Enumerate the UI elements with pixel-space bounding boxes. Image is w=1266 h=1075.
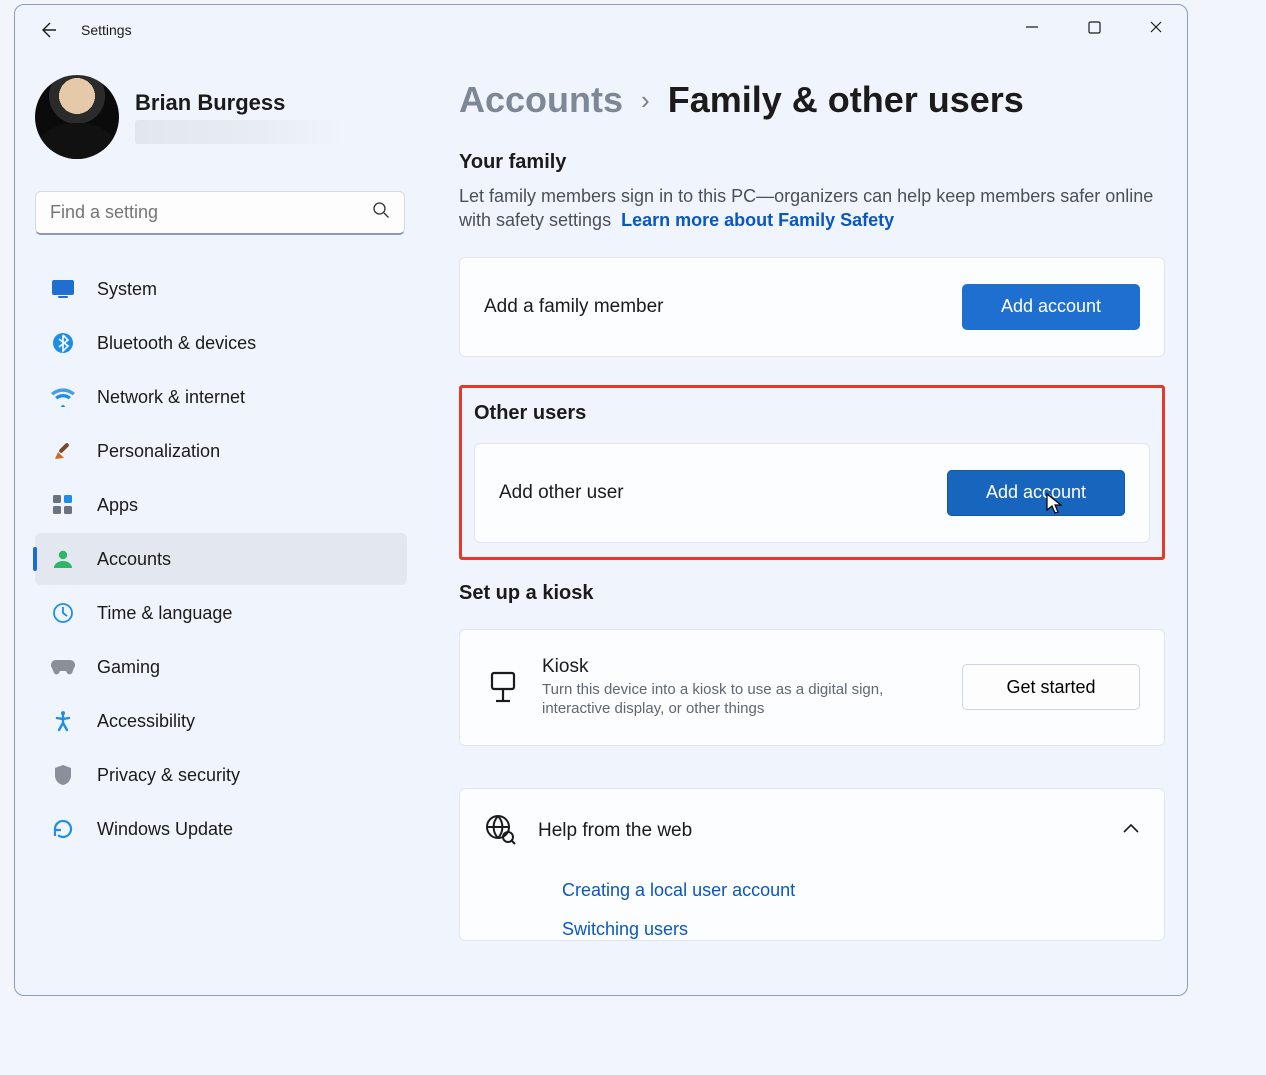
accessibility-icon [51, 709, 75, 733]
kiosk-title: Kiosk [542, 656, 922, 678]
help-links: Creating a local user account Switching … [484, 850, 1140, 940]
minimize-icon [1025, 20, 1039, 34]
window-caption-buttons [1001, 5, 1187, 55]
chevron-right-icon: › [641, 85, 650, 116]
clock-globe-icon [51, 601, 75, 625]
settings-window: Settings Brian Burgess [14, 4, 1188, 996]
close-button[interactable] [1125, 5, 1187, 49]
user-name: Brian Burgess [135, 90, 345, 116]
search-input[interactable] [50, 202, 372, 223]
sidebar-item-network[interactable]: Network & internet [35, 371, 407, 423]
add-family-member-label: Add a family member [484, 296, 664, 318]
minimize-button[interactable] [1001, 5, 1063, 49]
bluetooth-icon [51, 331, 75, 355]
person-icon [51, 547, 75, 571]
user-email-redacted [135, 120, 345, 144]
apps-icon [51, 493, 75, 517]
kiosk-row: Kiosk Turn this device into a kiosk to u… [459, 629, 1165, 746]
family-safety-link[interactable]: Learn more about Family Safety [621, 210, 894, 230]
kiosk-description: Turn this device into a kiosk to use as … [542, 680, 922, 719]
help-panel[interactable]: Help from the web Creating a local user … [459, 788, 1165, 941]
sidebar-item-label: Accessibility [97, 711, 195, 732]
sidebar-item-label: Bluetooth & devices [97, 333, 256, 354]
sidebar-item-label: Network & internet [97, 387, 245, 408]
add-other-user-row: Add other user Add account [474, 443, 1150, 543]
sidebar-item-label: Windows Update [97, 819, 233, 840]
add-family-account-button[interactable]: Add account [962, 284, 1140, 330]
titlebar: Settings [15, 5, 1187, 55]
maximize-icon [1088, 21, 1101, 34]
other-users-highlight: Other users Add other user Add account [459, 385, 1165, 560]
help-link-local-account[interactable]: Creating a local user account [562, 880, 1140, 901]
user-block[interactable]: Brian Burgess [29, 75, 413, 179]
other-users-heading: Other users [474, 402, 1150, 425]
chevron-up-icon[interactable] [1122, 822, 1140, 840]
sidebar: Brian Burgess System [15, 55, 423, 995]
sidebar-item-label: Privacy & security [97, 765, 240, 786]
back-button[interactable] [27, 9, 69, 51]
sidebar-item-label: Time & language [97, 603, 232, 624]
shield-icon [51, 763, 75, 787]
maximize-button[interactable] [1063, 5, 1125, 49]
kiosk-icon [484, 668, 522, 706]
kiosk-heading: Set up a kiosk [459, 582, 1165, 605]
close-icon [1149, 20, 1163, 34]
sidebar-item-label: Apps [97, 495, 138, 516]
sidebar-item-bluetooth[interactable]: Bluetooth & devices [35, 317, 407, 369]
search-icon [372, 201, 390, 224]
sidebar-item-personalization[interactable]: Personalization [35, 425, 407, 477]
sidebar-item-update[interactable]: Windows Update [35, 803, 407, 855]
sidebar-nav: System Bluetooth & devices Network & int… [29, 263, 413, 855]
content-area: Accounts › Family & other users Your fam… [423, 55, 1187, 995]
sidebar-item-privacy[interactable]: Privacy & security [35, 749, 407, 801]
family-description: Let family members sign in to this PC—or… [459, 184, 1159, 233]
back-arrow-icon [38, 20, 58, 40]
breadcrumb: Accounts › Family & other users [459, 79, 1165, 121]
breadcrumb-current: Family & other users [668, 79, 1024, 121]
sidebar-item-system[interactable]: System [35, 263, 407, 315]
sidebar-item-accounts[interactable]: Accounts [35, 533, 407, 585]
help-globe-icon [484, 813, 516, 850]
search-box[interactable] [35, 191, 405, 235]
add-family-member-row: Add a family member Add account [459, 257, 1165, 357]
sidebar-item-gaming[interactable]: Gaming [35, 641, 407, 693]
kiosk-get-started-button[interactable]: Get started [962, 664, 1140, 710]
breadcrumb-parent[interactable]: Accounts [459, 79, 623, 121]
sidebar-item-label: Personalization [97, 441, 220, 462]
avatar [35, 75, 119, 159]
help-link-switching-users[interactable]: Switching users [562, 919, 1140, 940]
sidebar-item-label: Gaming [97, 657, 160, 678]
wifi-icon [51, 385, 75, 409]
paintbrush-icon [51, 439, 75, 463]
add-other-user-button[interactable]: Add account [947, 470, 1125, 516]
sidebar-item-label: System [97, 279, 157, 300]
sidebar-item-time[interactable]: Time & language [35, 587, 407, 639]
add-other-user-label: Add other user [499, 482, 624, 504]
sidebar-item-accessibility[interactable]: Accessibility [35, 695, 407, 747]
update-icon [51, 817, 75, 841]
system-icon [51, 277, 75, 301]
app-title: Settings [81, 22, 132, 38]
help-title: Help from the web [538, 820, 1100, 842]
sidebar-item-apps[interactable]: Apps [35, 479, 407, 531]
sidebar-item-label: Accounts [97, 549, 171, 570]
family-heading: Your family [459, 151, 1165, 174]
gamepad-icon [51, 655, 75, 679]
